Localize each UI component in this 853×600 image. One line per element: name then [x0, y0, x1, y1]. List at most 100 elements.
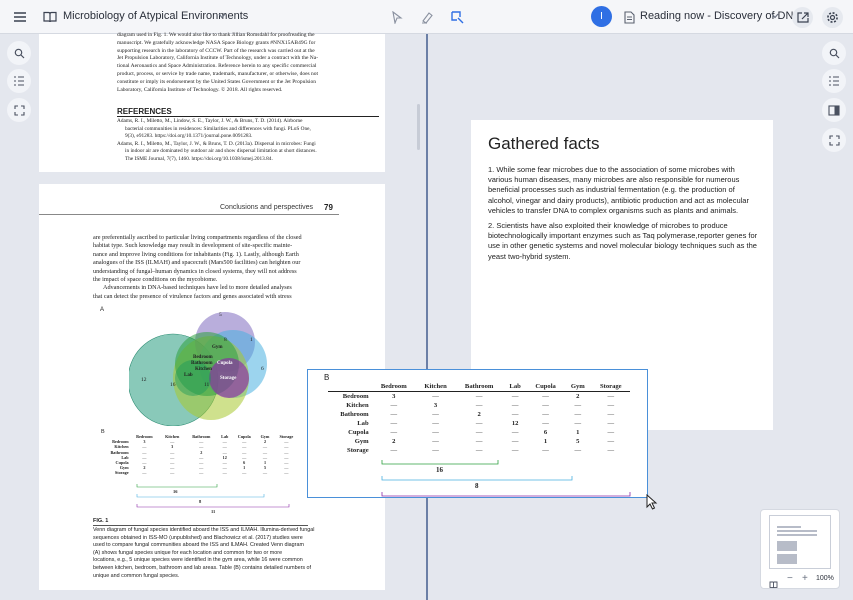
- text-line: Advancements in DNA-based techniques hav…: [103, 284, 292, 292]
- running-head: Conclusions and perspectives: [220, 204, 313, 211]
- fit-page-icon[interactable]: [7, 98, 31, 122]
- outline-icon[interactable]: [822, 69, 846, 93]
- bracket-label-8: 8: [199, 499, 202, 504]
- split-divider[interactable]: [426, 34, 428, 600]
- search-icon[interactable]: [7, 41, 31, 65]
- thumb-block: [777, 541, 797, 551]
- table-cell: —: [542, 411, 549, 418]
- fact-item[interactable]: 2. Scientists have also exploited their …: [488, 221, 758, 262]
- venn-label-storage: Storage: [220, 376, 237, 381]
- column-header: Storage: [600, 383, 622, 390]
- table-cell: —: [574, 411, 582, 418]
- row-header: Kitchen: [346, 402, 369, 409]
- page-minimap[interactable]: − + 100%: [760, 509, 840, 589]
- mouse-cursor-icon: [646, 494, 658, 510]
- book-icon[interactable]: [42, 8, 58, 26]
- table-cell: —: [432, 420, 439, 427]
- reference-line: in indoor air are dominated by outdoor a…: [125, 148, 317, 155]
- table-row: Kitchen — 3 — — — — —: [328, 401, 630, 410]
- figure-caption: Venn diagram of fungal species identifie…: [93, 527, 363, 580]
- text-line: that can detect the presence of virulenc…: [93, 292, 292, 300]
- zoom-in-button[interactable]: +: [802, 573, 808, 584]
- venn-label-5: 5: [219, 312, 222, 318]
- top-toolbar: Microbiology of Atypical Environments I …: [0, 0, 853, 34]
- table-cell: —: [607, 429, 615, 436]
- table-row: Bedroom 3 — — — — 2 —: [328, 392, 630, 402]
- table-cell: 3: [392, 393, 396, 400]
- settings-gear-icon[interactable]: [822, 7, 843, 28]
- text-line: manuscript. We gratefully acknowledge NA…: [117, 39, 316, 46]
- menu-icon[interactable]: [10, 7, 30, 27]
- table-cell: —: [475, 438, 483, 445]
- scrollbar-thumb[interactable]: [417, 104, 420, 150]
- column-header: Kitchen: [424, 383, 447, 390]
- row-header: Storage: [347, 447, 369, 454]
- venn-label-bathroom: Bathroom: [191, 361, 213, 366]
- row-header: Gym: [354, 438, 369, 445]
- reference-line: Adams, R. I., Miletto, M., Taylor, J. W.…: [117, 140, 316, 147]
- body-text: are preferentially ascribed to particula…: [93, 234, 355, 301]
- search-icon[interactable]: [822, 41, 846, 65]
- export-icon[interactable]: [792, 7, 813, 28]
- table-cell: —: [390, 411, 398, 418]
- bracket-label-16: 16: [173, 489, 178, 494]
- chevron-down-icon[interactable]: [769, 10, 781, 22]
- table-cell: 3: [433, 402, 438, 409]
- table-cell: —: [511, 447, 519, 454]
- left-rail: [0, 34, 38, 600]
- text-line: understanding of fungal–human dynamics i…: [93, 267, 297, 275]
- outline-icon[interactable]: [7, 69, 31, 93]
- text-line: product, process, or service by trade na…: [117, 70, 319, 77]
- fact-item[interactable]: 1. While some fear microbes due to the a…: [488, 165, 758, 216]
- table-cell: —: [262, 470, 268, 476]
- page-number: 79: [324, 203, 333, 212]
- table-cell: —: [607, 393, 615, 400]
- region-select-tool-icon[interactable]: [448, 8, 466, 26]
- column-header: Bedroom: [380, 383, 407, 390]
- caption-line: Venn diagram of fungal species identifie…: [93, 527, 315, 533]
- pointer-tool-icon[interactable]: [388, 8, 406, 26]
- split-view-icon[interactable]: [822, 98, 846, 122]
- book-icon[interactable]: [769, 576, 778, 594]
- zoom-out-button[interactable]: −: [787, 573, 793, 584]
- table-cell: 2: [477, 411, 481, 418]
- table-cell: —: [170, 470, 175, 476]
- row-header: Bedroom: [342, 393, 369, 400]
- species-table: Bedroom Kitchen Bathroom Lab Cupola Gym Storag…: [328, 382, 630, 455]
- selected-region-preview[interactable]: B Bedroom Kitchen Bathroom Lab Cupola Gym Stor…: [307, 369, 648, 498]
- user-avatar[interactable]: I: [591, 6, 612, 27]
- table-cell: —: [475, 420, 483, 427]
- highlighter-tool-icon[interactable]: [418, 8, 436, 26]
- pdf-page-top: diagram used in Fig. 1. We would also li…: [39, 32, 385, 172]
- caption-line: unique and common fungal species.: [93, 572, 180, 579]
- table-cell: —: [574, 402, 582, 409]
- table-cell: —: [475, 393, 483, 400]
- table-cell: —: [390, 420, 398, 427]
- reference-line: The ISME Journal, 7(7), 1460. https://do…: [125, 155, 273, 162]
- minimap-page-thumbnail[interactable]: [769, 515, 831, 569]
- species-table-small: Bedroom Kitchen Bathroom Lab Cupola Gym Storag…: [99, 434, 299, 476]
- text-line: Laboratory, California Institute of Tech…: [117, 86, 283, 93]
- table-row: Bathroom — — 2 — — — —: [328, 410, 630, 419]
- fit-page-icon[interactable]: [822, 128, 846, 152]
- table-cell: —: [607, 402, 615, 409]
- header-rule: [39, 214, 339, 215]
- table-cell: —: [542, 393, 549, 400]
- thumb-line: [777, 534, 817, 536]
- table-cell: —: [142, 470, 147, 476]
- table-cell: —: [284, 470, 289, 476]
- column-header: Lab: [509, 383, 521, 390]
- bracket-label-16: 16: [436, 466, 443, 474]
- table-cell: —: [390, 402, 398, 409]
- table-cell: —: [607, 438, 615, 445]
- table-cell: —: [390, 447, 398, 454]
- table-cell: 2: [576, 393, 580, 400]
- chevron-down-icon[interactable]: [216, 10, 228, 22]
- table-cell: —: [511, 438, 519, 445]
- venn-label-16: 16: [170, 382, 176, 388]
- table-cell: —: [511, 411, 519, 418]
- table-cell: —: [574, 420, 582, 427]
- venn-label-lab: Lab: [184, 373, 193, 378]
- caption-line: between kitchen, bedroom, bathroom and l…: [93, 564, 312, 571]
- table-cell: 1: [543, 438, 548, 445]
